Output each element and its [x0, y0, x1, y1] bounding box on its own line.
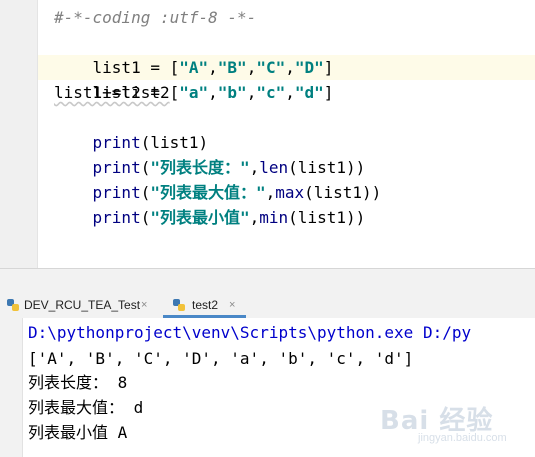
tab-label: DEV_RCU_TEA_Test [24, 298, 141, 312]
baidu-jingyan-watermark: Bai 经验 jingyan.baidu.com [380, 398, 530, 453]
tab-dev-rcu-tea-test[interactable]: DEV_RCU_TEA_Test × [0, 292, 160, 318]
output-value: 8 [108, 373, 128, 392]
console-output-min: 列表最小值 A [28, 420, 127, 446]
bracket: ] [323, 83, 334, 102]
comma: , [246, 83, 257, 102]
output-value: A [108, 423, 128, 442]
code-text: (list1)) [288, 208, 366, 227]
editor-gutter[interactable] [0, 0, 37, 268]
code-line-6[interactable]: print("列表长度：",len(list1)) [54, 130, 366, 177]
string-literal: "a" [179, 83, 209, 102]
comma: , [208, 83, 218, 102]
output-value: d [124, 398, 144, 417]
code-editor[interactable]: #-*-coding :utf-8 -*- list1 = ["A","B","… [0, 0, 535, 268]
close-icon[interactable]: × [141, 292, 147, 318]
code-line-7[interactable]: print("列表最大值：",max(list1)) [54, 155, 382, 202]
console-command-line: D:\pythonproject\venv\Scripts\python.exe… [28, 323, 472, 342]
code-line-8[interactable]: print("列表最小值",min(list1)) [54, 180, 366, 227]
console-output-max: 列表最大值： d [28, 395, 143, 421]
paren: ( [140, 208, 151, 227]
python-icon [7, 299, 19, 311]
run-tab-bar: DEV_RCU_TEA_Test × test2 × [0, 292, 535, 319]
gutter-separator [37, 0, 38, 268]
comma: , [249, 208, 260, 227]
string-literal: "b" [217, 83, 247, 102]
console-output-len: 列表长度： 8 [28, 370, 127, 396]
code-line-2[interactable]: list1 = ["A","B","C","D"] [54, 30, 334, 77]
string-literal: "c" [256, 83, 286, 102]
output-label: 列表最大值： [28, 398, 125, 417]
comma: , [285, 83, 295, 102]
watermark-subtext: jingyan.baidu.com [418, 432, 507, 444]
string-literal: "列表最小值" [150, 208, 250, 227]
builtin-print: print [92, 208, 141, 227]
output-label: 列表长度： [28, 373, 109, 392]
code-line-5[interactable]: print(list1) [54, 105, 209, 152]
output-label: 列表最小值 [28, 423, 109, 442]
python-icon [173, 299, 185, 311]
code-line-1[interactable]: #-*-coding :utf-8 -*- [54, 5, 256, 30]
builtin-min: min [259, 208, 289, 227]
code-line-3[interactable]: list2 = ["a","b","c","d"] [54, 55, 334, 102]
console-gutter [0, 318, 23, 457]
console-output-list: ['A', 'B', 'C', 'D', 'a', 'b', 'c', 'd'] [28, 349, 414, 368]
string-literal: "d" [294, 83, 324, 102]
code-line-4[interactable]: list1+=list2 [54, 80, 170, 105]
panel-splitter[interactable] [0, 268, 535, 293]
